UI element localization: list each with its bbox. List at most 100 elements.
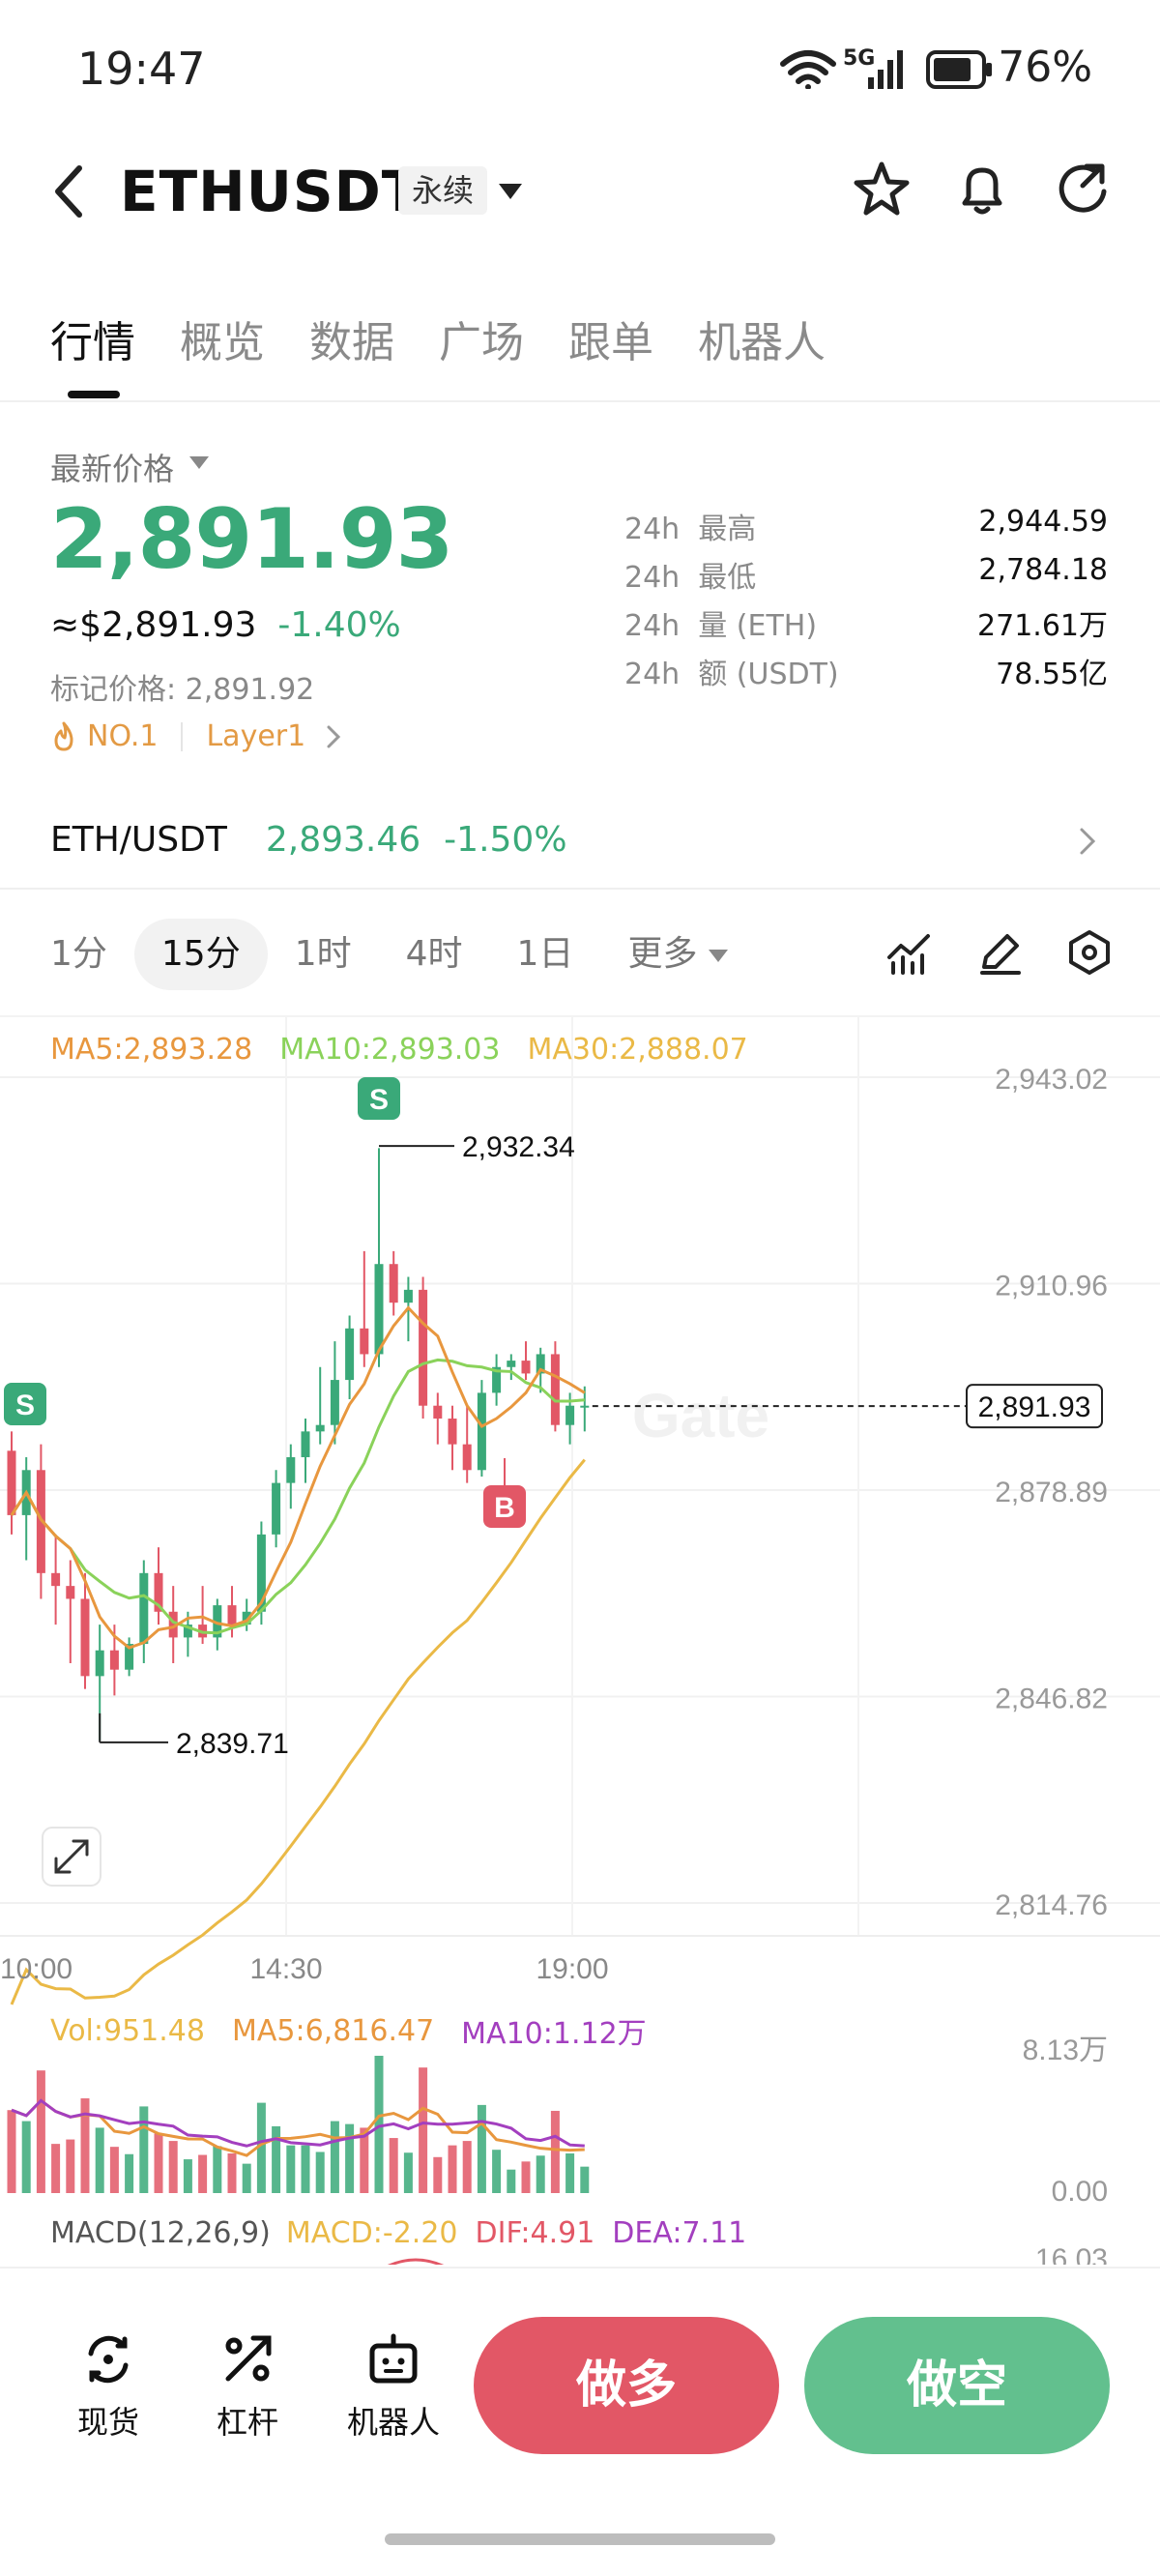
price-chart[interactable]: Gate 2,891.93 2,932.34 2,839.71 S S B 2,943.0… — [0, 1017, 1160, 2265]
spot-pair-name: ETH/USDT — [50, 820, 227, 860]
ma30-line — [10, 1458, 586, 2005]
long-button[interactable]: 做多 — [474, 2317, 779, 2454]
macd-axis-label: 16.03 — [1035, 2243, 1108, 2265]
robot-icon — [369, 2333, 418, 2384]
contract-type-badge[interactable]: 永续 — [398, 166, 488, 215]
volume-bar — [403, 2152, 413, 2193]
battery-icon — [926, 50, 992, 89]
sector-tag[interactable]: Layer1 — [206, 719, 305, 753]
chevron-down-icon — [709, 949, 729, 962]
dea-value: DEA:7.11 — [612, 2216, 747, 2250]
volume-bar — [125, 2153, 134, 2193]
volume-bar — [492, 2150, 502, 2193]
nav-spot[interactable]: 现货 — [50, 2330, 166, 2443]
bell-icon[interactable] — [951, 159, 1013, 220]
interval-4h[interactable]: 4时 — [379, 919, 490, 990]
ma5-line — [10, 1305, 586, 1650]
volume-bar — [139, 2106, 149, 2193]
chevron-down-icon[interactable] — [499, 184, 522, 199]
stat-value: 78.55亿 — [996, 658, 1108, 691]
time-axis-label: 19:00 — [536, 1953, 608, 1985]
settings-hexagon-icon[interactable] — [1065, 928, 1114, 977]
stat-value: 271.61万 — [977, 609, 1108, 643]
divider — [181, 721, 184, 751]
stat-period: 24h — [624, 609, 681, 643]
stat-value: 2,784.18 — [978, 553, 1108, 587]
share-icon[interactable] — [1052, 159, 1114, 220]
volume-bar — [51, 2144, 61, 2193]
stat-turnover: 24h 额 (USDT) 78.55亿 — [624, 650, 1108, 692]
indicator-icon[interactable] — [885, 928, 934, 977]
volume-value: Vol:951.48 — [50, 2013, 205, 2048]
volume-axis-label: 8.13万 — [1023, 2034, 1108, 2066]
chevron-right-icon[interactable] — [319, 722, 348, 751]
volume-bar — [21, 2121, 31, 2193]
interval-15m[interactable]: 15分 — [133, 919, 268, 990]
volume-bar — [580, 2166, 590, 2193]
volume-bar — [433, 2156, 443, 2193]
mark-price: 标记价格: 2,891.92 — [50, 673, 315, 707]
volume-bar — [521, 2161, 531, 2193]
volume-bar — [286, 2145, 296, 2193]
price-axis-label: 2,846.82 — [995, 1683, 1108, 1715]
usd-equivalent: ≈$2,891.93 — [50, 605, 257, 645]
interval-more[interactable]: 更多 — [600, 919, 755, 990]
spot-pair-change: -1.50% — [444, 820, 567, 860]
volume-bar — [183, 2159, 192, 2193]
vol-ma10-value: MA10:1.12万 — [461, 2017, 647, 2051]
tab-data[interactable]: 数据 — [309, 307, 394, 369]
nav-margin[interactable]: 杠杆 — [189, 2330, 305, 2443]
draw-pencil-icon[interactable] — [976, 928, 1025, 977]
spot-pair-row[interactable]: ETH/USDT 2,893.46 -1.50% — [50, 820, 567, 860]
interval-1m[interactable]: 1分 — [23, 919, 134, 990]
macd-name: MACD(12,26,9) — [50, 2216, 271, 2250]
tab-copy-trading[interactable]: 跟单 — [568, 307, 653, 369]
divider — [0, 400, 1160, 402]
stat-label: 最高 — [698, 512, 757, 546]
latest-price-label[interactable]: 最新价格 — [50, 445, 174, 489]
price-axis-label: 2,878.89 — [995, 1477, 1108, 1508]
usd-price-line: ≈$2,891.93 -1.40% — [50, 605, 401, 645]
nav-spot-label: 现货 — [76, 2404, 139, 2441]
volume-bar — [507, 2169, 516, 2193]
tag-row: NO.1 Layer1 — [50, 719, 348, 753]
rank-tag[interactable]: NO.1 — [87, 719, 158, 753]
interval-selector: 1分 15分 1时 4时 1日 更多 — [50, 919, 755, 990]
flame-icon — [54, 721, 73, 750]
volume-bar — [315, 2152, 325, 2193]
price-axis-label: 2,943.02 — [995, 1064, 1108, 1096]
volume-bar — [36, 2070, 45, 2193]
high-price-label: 2,932.34 — [462, 1131, 575, 1163]
star-icon[interactable] — [851, 159, 913, 220]
candle — [448, 1419, 457, 1445]
chevron-down-icon[interactable] — [189, 456, 209, 469]
volume-bar — [536, 2155, 545, 2193]
tab-market[interactable]: 行情 — [50, 307, 135, 369]
short-button[interactable]: 做空 — [804, 2317, 1110, 2454]
volume-axis-label: 0.00 — [1052, 2176, 1108, 2208]
candle — [374, 1264, 384, 1355]
candle — [7, 1450, 16, 1515]
stat-label: 最低 — [698, 561, 757, 595]
fullscreen-button[interactable] — [42, 1827, 102, 1887]
candle — [521, 1361, 531, 1374]
last-price: 2,891.93 — [50, 491, 453, 588]
candle — [95, 1650, 104, 1677]
stat-period: 24h — [624, 512, 681, 546]
chevron-right-icon[interactable] — [1073, 824, 1102, 859]
candle — [301, 1431, 310, 1457]
home-indicator[interactable] — [385, 2533, 775, 2545]
price-change-percent: -1.40% — [277, 605, 401, 645]
stat-period: 24h — [624, 561, 681, 595]
interval-1h[interactable]: 1时 — [268, 919, 379, 990]
axis-labels: 2,943.02 2,910.96 2,878.89 2,846.82 2,814.76… — [0, 1064, 1108, 1985]
tab-bot[interactable]: 机器人 — [698, 307, 826, 369]
back-arrow-icon[interactable] — [50, 164, 89, 219]
active-tab-indicator — [68, 391, 120, 398]
nav-bot[interactable]: 机器人 — [331, 2330, 456, 2443]
stat-period: 24h — [624, 658, 681, 691]
tab-square[interactable]: 广场 — [439, 307, 524, 369]
symbol-title[interactable]: ETHUSDT — [120, 159, 420, 224]
tab-overview[interactable]: 概览 — [180, 307, 265, 369]
interval-1d[interactable]: 1日 — [490, 919, 601, 990]
